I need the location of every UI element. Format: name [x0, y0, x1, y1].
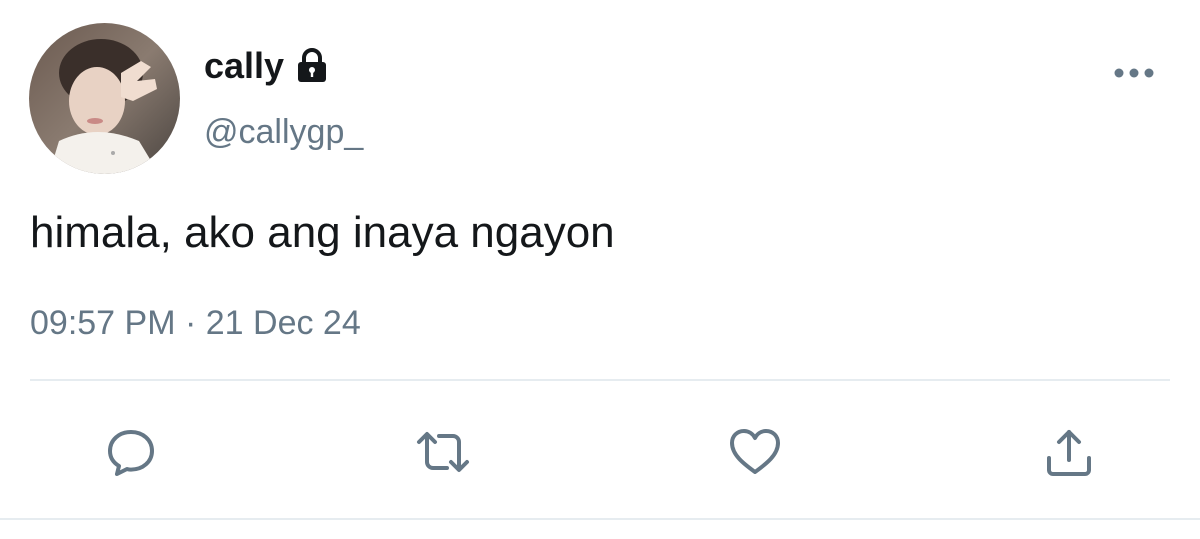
divider [30, 379, 1170, 381]
avatar[interactable] [29, 23, 180, 174]
more-options-icon[interactable] [1110, 58, 1162, 88]
share-icon[interactable] [1041, 424, 1097, 480]
reply-icon[interactable] [103, 424, 159, 480]
tweet-timestamp[interactable]: 09:57 PM · 21 Dec 24 [30, 302, 361, 344]
retweet-icon[interactable] [413, 424, 469, 480]
tweet-text: himala, ako ang inaya ngayon [30, 208, 615, 257]
lock-icon [292, 46, 332, 86]
user-handle[interactable]: @callygp_ [204, 111, 363, 153]
like-icon[interactable] [726, 424, 782, 480]
bottom-divider [0, 518, 1200, 520]
display-name[interactable]: cally [204, 44, 284, 88]
display-name-row: cally [204, 44, 332, 88]
